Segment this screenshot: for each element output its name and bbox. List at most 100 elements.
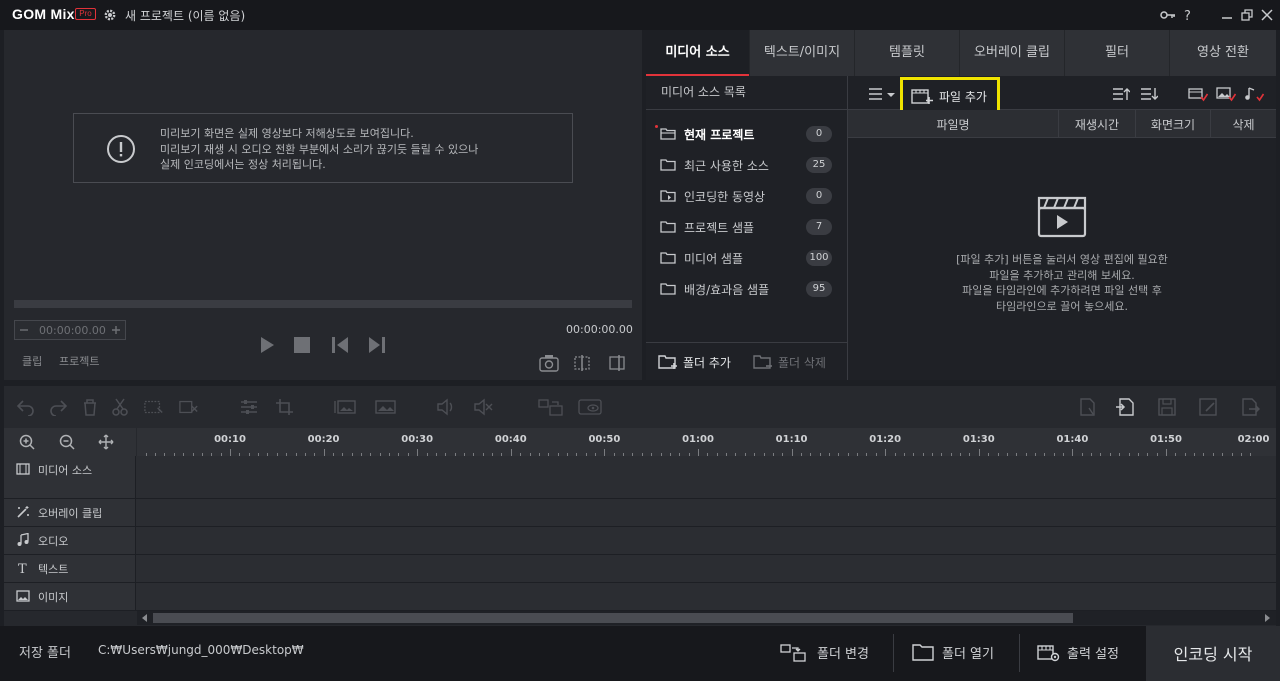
track-image[interactable]: 이미지 [4,583,1276,611]
ruler-tick [323,449,325,456]
open-folder-button[interactable]: 폴더 열기 [912,638,1007,668]
track-header: 오디오 [4,527,136,554]
tab-template[interactable]: 템플릿 [855,30,960,76]
tab-text-image[interactable]: 텍스트/이미지 [750,30,855,76]
clip-toggle[interactable]: 클립 [22,353,42,369]
key-icon[interactable] [1160,7,1176,23]
help-icon[interactable]: ? [1181,7,1197,23]
mute-icon[interactable] [473,398,493,416]
image-fit-icon[interactable] [334,398,358,416]
compare-view-icon[interactable] [608,354,626,372]
previous-frame-icon[interactable] [330,335,350,355]
source-item-count: 100 [806,250,832,266]
select-video-icon[interactable] [1188,86,1208,102]
save-as-icon[interactable] [1198,398,1218,416]
add-file-button[interactable]: 파일 추가 [900,77,1000,113]
source-list-title: 미디어 소스 목록 [646,76,848,110]
stop-icon[interactable] [293,336,311,354]
scroll-right-icon[interactable] [1263,614,1271,622]
track-audio[interactable]: 오디오 [4,527,1276,555]
crop-icon[interactable] [275,398,295,416]
close-icon[interactable] [1259,7,1275,23]
fit-timeline-icon[interactable] [98,434,114,450]
tab-transition[interactable]: 영상 전환 [1170,30,1276,76]
select-audio-icon[interactable] [1244,86,1264,102]
delete-icon[interactable] [80,398,100,416]
ruler-label: 01:00 [682,434,714,445]
split-view-icon[interactable] [573,354,591,372]
empty-message-line: 파일을 타임라인에 추가하려면 파일 선택 후 [962,284,1162,297]
track-media-source[interactable]: 미디어 소스 [4,456,1276,499]
change-folder-button[interactable]: 폴더 변경 [780,638,880,668]
source-item-label: 배경/효과음 샘플 [684,283,770,297]
zoom-in-icon[interactable] [19,434,35,450]
notice-line: 실제 인코딩에서는 정상 처리됩니다. [160,158,326,171]
folder-export-icon [660,190,676,202]
gear-icon[interactable] [103,8,117,22]
source-item-encoded[interactable]: 인코딩한 동영상 0 [646,180,848,211]
new-project-icon[interactable] [1078,398,1098,416]
column-duration[interactable]: 재생시간 [1059,116,1135,133]
output-settings-icon [1037,645,1060,662]
file-table-header: 파일명 재생시간 화면크기 삭제 [848,110,1276,138]
column-resolution[interactable]: 화면크기 [1136,116,1210,133]
output-settings-button[interactable]: 출력 설정 [1037,638,1132,668]
track-label: 오버레이 클립 [38,507,103,520]
delete-folder-button[interactable]: 폴더 삭제 [753,353,838,373]
timeline-zoom-controls [4,428,136,456]
select-region-icon[interactable] [144,398,164,416]
track-overlay-clip[interactable]: 오버레이 클립 [4,499,1276,527]
track-text[interactable]: T 텍스트 [4,555,1276,583]
folder-icon [912,644,934,661]
sort-desc-icon[interactable] [1140,86,1158,102]
screen-swap-icon[interactable] [538,398,564,416]
source-item-media-sample[interactable]: 미디어 샘플 100 [646,242,848,273]
select-image-icon[interactable] [1216,86,1236,102]
source-item-current-project[interactable]: 현재 프로젝트 0 [646,118,848,149]
tab-overlay-clip[interactable]: 오버레이 클립 [960,30,1065,76]
camera-icon[interactable] [539,354,559,372]
restore-icon[interactable] [1239,7,1255,23]
music-note-icon [17,533,29,546]
remove-clip-icon[interactable] [179,398,199,416]
time-input[interactable]: 00:00:00.00 [14,320,126,340]
redo-icon[interactable] [48,398,68,416]
add-folder-button[interactable]: 폴더 추가 [658,353,738,373]
scrollbar-thumb[interactable] [153,613,1073,623]
adjust-icon[interactable] [239,398,259,416]
notice-line: 미리보기 재생 시 오디오 전환 부분에서 소리가 끊기듯 들릴 수 있으나 [160,142,479,156]
ruler-tick [978,449,980,456]
start-encoding-button[interactable]: 인코딩 시작 [1146,626,1280,681]
sort-asc-icon[interactable] [1112,86,1130,102]
export-project-icon[interactable] [1240,398,1260,416]
source-item-bg-sound-sample[interactable]: 배경/효과음 샘플 95 [646,273,848,304]
undo-icon[interactable] [16,398,36,416]
scroll-left-icon[interactable] [141,614,149,622]
volume-icon[interactable] [436,398,456,416]
tab-media-source[interactable]: 미디어 소스 [646,30,750,76]
open-project-icon[interactable] [1115,398,1135,416]
timeline-scrollbar[interactable] [137,611,1276,625]
next-frame-icon[interactable] [367,335,387,355]
timeline-ruler[interactable]: 00:10 00:20 00:30 00:40 00:50 01:00 01:10 01:20… [137,428,1276,456]
source-item-count: 7 [806,219,832,235]
minimize-icon[interactable] [1219,7,1235,23]
seek-bar[interactable] [14,300,632,308]
preview-eye-icon[interactable] [578,398,602,416]
zoom-out-icon[interactable] [59,434,75,450]
column-filename[interactable]: 파일명 [848,116,1058,133]
project-toggle[interactable]: 프로젝트 [59,353,99,369]
plus-icon[interactable] [111,325,121,335]
cut-icon[interactable] [110,398,130,416]
source-item-recent[interactable]: 최근 사용한 소스 25 [646,149,848,180]
tab-filter[interactable]: 필터 [1065,30,1170,76]
list-menu-icon[interactable] [868,87,896,101]
source-item-project-sample[interactable]: 프로젝트 샘플 7 [646,211,848,242]
image-fill-icon[interactable] [374,398,398,416]
column-delete[interactable]: 삭제 [1211,116,1276,133]
minus-icon[interactable] [19,325,29,335]
save-icon[interactable] [1157,398,1177,416]
play-icon[interactable] [258,335,276,355]
empty-message-line: 타임라인으로 끌어 놓으세요. [996,299,1128,313]
source-item-count: 95 [806,281,832,297]
